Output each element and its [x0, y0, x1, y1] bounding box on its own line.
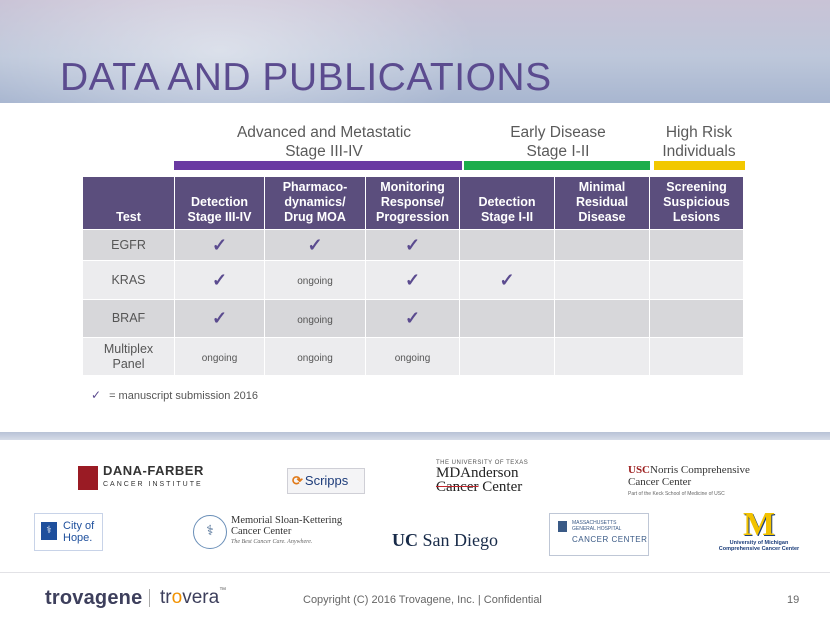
table-cell: ✓ [365, 260, 460, 300]
check-icon: ✓ [404, 269, 421, 290]
page-number: 19 [787, 594, 800, 606]
table-cell: ✓ [174, 299, 265, 338]
table-cell: ✓ [459, 260, 555, 300]
table-cell [459, 337, 555, 376]
city-of-hope-logo: ⚕ City of Hope. [34, 513, 103, 551]
status-ongoing: ongoing [297, 314, 333, 326]
publications-table: Test Detection Stage III-IV Pharmaco-dyna… [82, 176, 744, 376]
table-row: BRAF ✓ ongoing ✓ [82, 299, 744, 338]
row-label-kras: KRAS [82, 260, 175, 300]
table-cell: ongoing [174, 337, 265, 376]
col-header-test: Test [82, 176, 175, 230]
group-advanced-bar [174, 161, 462, 170]
table-cell: ongoing [365, 337, 460, 376]
col-header-screening: Screening Suspicious Lesions [649, 176, 744, 230]
group-advanced-label: Advanced and Metastatic Stage III-IV [174, 123, 474, 161]
dana-farber-mark-icon [78, 465, 98, 490]
group-risk-bar [654, 161, 745, 170]
table-cell: ongoing [264, 260, 366, 300]
col-header-detection-early: Detection Stage I-II [459, 176, 555, 230]
check-icon: ✓ [404, 234, 421, 255]
check-icon: ✓ [211, 234, 228, 255]
table-cell [649, 229, 744, 261]
table-cell: ✓ [365, 299, 460, 338]
table-cell [554, 299, 650, 338]
group-early-line1: Early Disease [510, 124, 606, 141]
table-row: EGFR ✓ ✓ ✓ [82, 229, 744, 261]
umich-logo: M University of Michigan Comprehensive C… [718, 506, 800, 553]
md-anderson-logo: THE UNIVERSITY OF TEXAS MDAnderson Cance… [436, 460, 529, 495]
group-risk-line1: High Risk [665, 124, 733, 141]
divider-top [0, 432, 830, 440]
status-ongoing: ongoing [394, 352, 431, 364]
table-cell: ongoing [264, 299, 366, 338]
table-cell: ✓ [264, 229, 366, 261]
table-cell: ongoing [264, 337, 366, 376]
table-cell [649, 299, 744, 338]
group-early-bar [464, 161, 650, 170]
mgh-cancer-center-logo: MASSACHUSETTS GENERAL HOSPITAL CANCER CEN… [549, 513, 649, 556]
scripps-mark-icon: ⟳ [292, 473, 303, 488]
group-risk-line2: Individuals [662, 143, 736, 160]
table-cell: ✓ [174, 260, 265, 300]
table-cell [459, 299, 555, 338]
table-cell [649, 337, 744, 376]
table-header-row: Test Detection Stage III-IV Pharmaco-dyna… [82, 176, 744, 230]
table-cell [459, 229, 555, 261]
check-icon: ✓ [307, 234, 323, 255]
legend-text: = manuscript submission 2016 [109, 390, 258, 402]
status-ongoing: ongoing [297, 352, 333, 364]
table-cell: ✓ [365, 229, 460, 261]
trovera-drop-icon: o [171, 587, 183, 608]
usc-norris-logo: USCNorris Comprehensive Cancer Center Pa… [628, 464, 750, 497]
col-header-minimal-residual: Minimal Residual Disease [554, 176, 650, 230]
check-icon: ✓ [499, 269, 515, 290]
umich-block-m-icon: M [742, 506, 776, 543]
check-icon: ✓ [211, 269, 228, 290]
group-risk-label: High Risk Individuals [652, 123, 746, 161]
table-row: Multiplex Panel ongoing ongoing ongoing [82, 337, 744, 376]
dana-farber-logo: DANA-FARBER CANCER INSTITUTE [78, 464, 204, 490]
status-ongoing: ongoing [201, 352, 238, 364]
table-cell [554, 260, 650, 300]
table-row: KRAS ✓ ongoing ✓ ✓ [82, 260, 744, 300]
logo-separator [149, 589, 150, 607]
table-cell [649, 260, 744, 300]
check-icon: ✓ [211, 308, 228, 328]
trovera-logo: trovera™ [160, 587, 227, 608]
row-label-multiplex: Multiplex Panel [82, 337, 175, 376]
uc-san-diego-logo: UC San Diego [392, 530, 498, 550]
check-icon: ✓ [91, 388, 102, 402]
trovagene-logo: trovagene [45, 587, 143, 609]
city-of-hope-mark-icon: ⚕ [41, 522, 57, 540]
group-advanced-line1: Advanced and Metastatic [236, 124, 412, 141]
col-header-monitoring: Monitoring Response/Progression [365, 176, 460, 230]
group-early-line2: Stage I-II [526, 143, 590, 160]
table-cell: ✓ [174, 229, 265, 261]
row-label-egfr: EGFR [82, 229, 175, 261]
col-header-detection-late: Detection Stage III-IV [174, 176, 265, 230]
copyright-text: Copyright (C) 2016 Trovagene, Inc. | Con… [303, 594, 542, 606]
check-icon: ✓ [404, 308, 421, 328]
col-header-pharmacodynamics: Pharmaco-dynamics/Drug MOA [264, 176, 366, 230]
table-cell [554, 229, 650, 261]
footer-divider [0, 572, 830, 573]
scripps-logo: ⟳ Scripps [287, 468, 365, 494]
status-ongoing: ongoing [297, 276, 333, 287]
table-cell [554, 337, 650, 376]
group-advanced-line2: Stage III-IV [285, 143, 363, 160]
msk-caduceus-icon: ⚕ [193, 515, 227, 549]
page-title: DATA AND PUBLICATIONS [60, 56, 552, 99]
group-early-label: Early Disease Stage I-II [466, 123, 650, 161]
legend-note: ✓ = manuscript submission 2016 [91, 388, 258, 402]
row-label-braf: BRAF [82, 299, 175, 338]
mgh-shield-icon [558, 521, 567, 532]
